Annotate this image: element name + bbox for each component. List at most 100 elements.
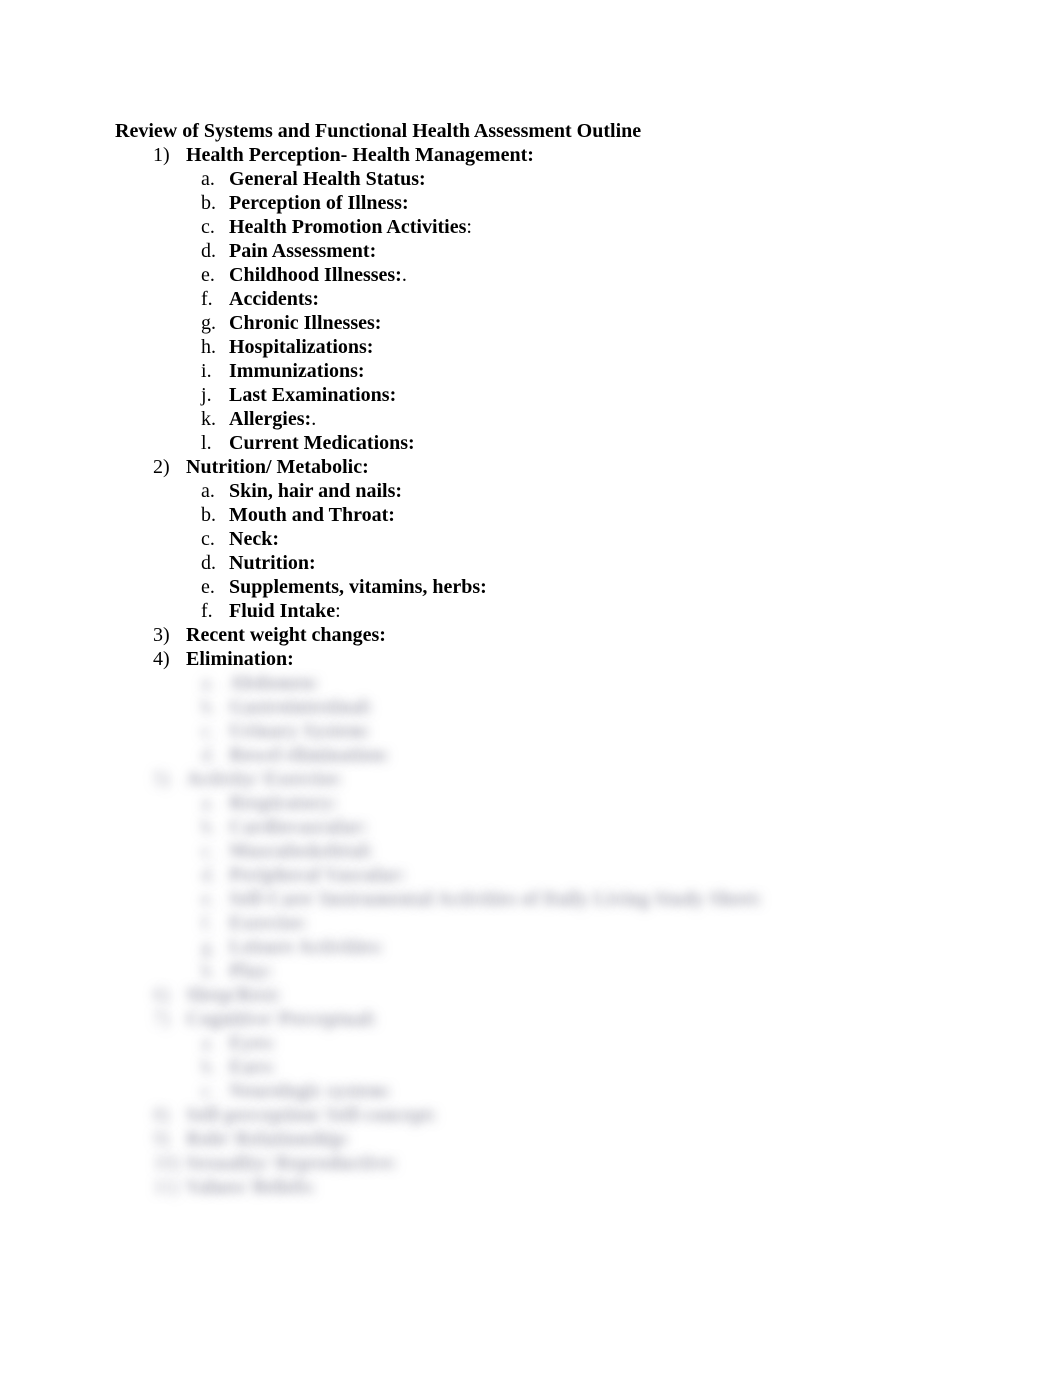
- list-item: Fluid Intake:: [201, 599, 947, 623]
- list-item: Accidents:: [201, 287, 947, 311]
- list-item: Neurologic system:: [201, 1079, 947, 1103]
- list-item: Neck:: [201, 527, 947, 551]
- list-item: Respiratory:: [201, 791, 947, 815]
- item-label: Pain Assessment:: [229, 240, 376, 262]
- section-cognitive-perceptual: Cognitive/ Perceptual: Eyes: Ears: Neuro…: [153, 1007, 947, 1103]
- list-item: Allergies:.: [201, 407, 947, 431]
- item-label: Leisure Activities:: [229, 936, 384, 958]
- item-label: Health Promotion Activities: [229, 216, 466, 238]
- item-label: Respiratory:: [229, 792, 338, 814]
- item-label: Nutrition:: [229, 552, 316, 574]
- colon: :: [466, 216, 472, 238]
- list-item: Last Examinations:: [201, 383, 947, 407]
- section-sleep-rest: Sleep/Rest:: [153, 983, 947, 1007]
- item-label: Bowel elimination:: [229, 744, 390, 766]
- list-item: Perception of Illness:: [201, 191, 947, 215]
- section-sexuality-reproductive: Sexuality/ Reproductive:: [153, 1151, 947, 1175]
- section-label: Recent weight changes:: [186, 624, 386, 646]
- section-label: Role/ Relationship:: [186, 1128, 350, 1150]
- section-label: Sleep/Rest:: [186, 984, 282, 1006]
- item-label: Allergies:: [229, 408, 311, 430]
- section-label: Values/ Beliefs:: [186, 1176, 316, 1198]
- list-item: Self-Care/ Instrumental Activities of Da…: [201, 887, 947, 911]
- section-values-beliefs: Values/ Beliefs:: [153, 1175, 947, 1199]
- list-item: Current Medications:: [201, 431, 947, 455]
- list-item: Cardiovascular:: [201, 815, 947, 839]
- subsection-list-obscured: Respiratory: Cardiovascular: Musculoskel…: [153, 791, 947, 983]
- list-item: Musculoskeletal:: [201, 839, 947, 863]
- section-health-perception: Health Perception- Health Management: Ge…: [153, 143, 947, 455]
- list-item: Urinary System:: [201, 719, 947, 743]
- item-label: Chronic Illnesses:: [229, 312, 381, 334]
- item-label: Perception of Illness:: [229, 192, 409, 214]
- item-label: Urinary System:: [229, 720, 371, 742]
- list-item: Eyes:: [201, 1031, 947, 1055]
- item-label: Gastrointestinal:: [229, 696, 373, 718]
- outline-list: Health Perception- Health Management: Ge…: [115, 143, 947, 1199]
- list-item: Supplements, vitamins, herbs:: [201, 575, 947, 599]
- item-label: Eyes:: [229, 1032, 276, 1054]
- subsection-list: General Health Status: Perception of Ill…: [153, 167, 947, 455]
- item-label: Exercise:: [229, 912, 308, 934]
- list-item: Mouth and Throat:: [201, 503, 947, 527]
- section-label: Activity/ Exercise:: [186, 768, 343, 790]
- list-item: Abdomen:: [201, 671, 947, 695]
- item-label: Musculoskeletal:: [229, 840, 373, 862]
- item-label: Current Medications:: [229, 432, 415, 454]
- list-item: Play:: [201, 959, 947, 983]
- list-item: Bowel elimination:: [201, 743, 947, 767]
- item-label: Neck:: [229, 528, 279, 550]
- subsection-list-obscured: Abdomen: Gastrointestinal: Urinary Syste…: [153, 671, 947, 767]
- section-label: Self-perception/ Self-concept:: [186, 1104, 437, 1126]
- item-label: Abdomen:: [229, 672, 319, 694]
- item-label: Hospitalizations:: [229, 336, 373, 358]
- section-label: Elimination:: [186, 648, 294, 670]
- document-page: Review of Systems and Functional Health …: [0, 0, 1062, 1377]
- list-item: General Health Status:: [201, 167, 947, 191]
- section-label: Health Perception- Health Management:: [186, 144, 534, 166]
- item-label: General Health Status:: [229, 168, 426, 190]
- list-item: Immunizations:: [201, 359, 947, 383]
- dot: .: [311, 408, 316, 430]
- item-label: Immunizations:: [229, 360, 365, 382]
- list-item: Health Promotion Activities:: [201, 215, 947, 239]
- section-self-perception: Self-perception/ Self-concept:: [153, 1103, 947, 1127]
- item-label: Last Examinations:: [229, 384, 396, 406]
- item-label: Self-Care/ Instrumental Activities of Da…: [229, 888, 763, 910]
- list-item: Nutrition:: [201, 551, 947, 575]
- list-item: Chronic Illnesses:: [201, 311, 947, 335]
- list-item: Exercise:: [201, 911, 947, 935]
- section-recent-weight: Recent weight changes:: [153, 623, 947, 647]
- item-label: Skin, hair and nails:: [229, 480, 402, 502]
- colon: :: [335, 600, 341, 622]
- item-label: Play:: [229, 960, 273, 982]
- subsection-list: Skin, hair and nails: Mouth and Throat: …: [153, 479, 947, 623]
- page-title: Review of Systems and Functional Health …: [115, 119, 947, 143]
- item-label: Mouth and Throat:: [229, 504, 395, 526]
- item-label: Neurologic system:: [229, 1080, 391, 1102]
- list-item: Ears:: [201, 1055, 947, 1079]
- item-label: Peripheral Vascular:: [229, 864, 406, 886]
- list-item: Hospitalizations:: [201, 335, 947, 359]
- item-label: Cardiovascular:: [229, 816, 368, 838]
- list-item: Pain Assessment:: [201, 239, 947, 263]
- item-label: Fluid Intake: [229, 600, 335, 622]
- item-label: Supplements, vitamins, herbs:: [229, 576, 487, 598]
- section-label: Cognitive/ Perceptual:: [186, 1008, 377, 1030]
- section-label: Sexuality/ Reproductive:: [186, 1152, 397, 1174]
- section-role-relationship: Role/ Relationship:: [153, 1127, 947, 1151]
- list-item: Gastrointestinal:: [201, 695, 947, 719]
- dot: .: [402, 264, 407, 286]
- list-item: Peripheral Vascular:: [201, 863, 947, 887]
- section-activity-exercise: Activity/ Exercise: Respiratory: Cardiov…: [153, 767, 947, 983]
- subsection-list-obscured: Eyes: Ears: Neurologic system:: [153, 1031, 947, 1103]
- section-elimination: Elimination: Abdomen: Gastrointestinal: …: [153, 647, 947, 767]
- item-label: Childhood Illnesses:: [229, 264, 402, 286]
- list-item: Leisure Activities:: [201, 935, 947, 959]
- item-label: Ears:: [229, 1056, 276, 1078]
- item-label: Accidents:: [229, 288, 319, 310]
- list-item: Childhood Illnesses:.: [201, 263, 947, 287]
- section-label: Nutrition/ Metabolic:: [186, 456, 369, 478]
- section-nutrition-metabolic: Nutrition/ Metabolic: Skin, hair and nai…: [153, 455, 947, 623]
- list-item: Skin, hair and nails:: [201, 479, 947, 503]
